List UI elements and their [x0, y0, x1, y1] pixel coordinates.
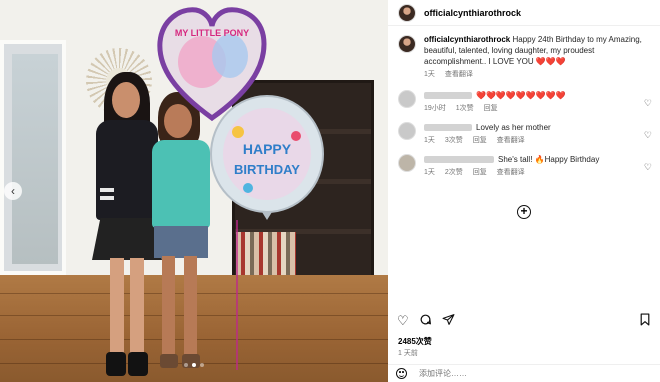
load-more-comments-icon[interactable]: + [517, 205, 531, 219]
comment-item: Lovely as her mother 1天 3次赞 回复 查看翻译 ♡ [388, 122, 660, 146]
comment-text: Lovely as her mother [476, 123, 551, 132]
comment-bubble-icon[interactable] [419, 313, 432, 329]
comment-translate-link[interactable]: 查看翻译 [497, 169, 525, 176]
like-heart-icon[interactable]: ♡ [397, 313, 409, 329]
comment-item: She's tall! 🔥Happy Birthday 1天 2次赞 回复 查看… [388, 154, 660, 178]
comment-age[interactable]: 1天 [424, 137, 435, 144]
carousel-dot-active[interactable] [192, 363, 196, 367]
comment-like-heart-icon[interactable]: ♡ [644, 130, 652, 141]
comment-like-heart-icon[interactable]: ♡ [644, 162, 652, 173]
like-count[interactable]: 2485次赞 [398, 336, 432, 347]
post-header: officialcynthiarothrock [388, 0, 660, 26]
comment-age[interactable]: 1天 [424, 169, 435, 176]
carousel-dot[interactable] [200, 363, 204, 367]
author-username[interactable]: officialcynthiarothrock [424, 8, 521, 18]
post-photo[interactable]: MY LITTLE PONY HAPPY BIRTHDAY ‹ [0, 0, 388, 382]
post-side-panel: officialcynthiarothrock officialcynthiar… [388, 0, 660, 382]
caption: officialcynthiarothrock Happy 24th Birth… [388, 34, 660, 80]
comment-username-blurred[interactable] [424, 124, 472, 132]
caption-username[interactable]: officialcynthiarothrock [424, 35, 510, 44]
comment-username-blurred[interactable] [424, 92, 472, 100]
carousel-prev-button[interactable]: ‹ [4, 182, 22, 200]
comment-likes[interactable]: 1次赞 [456, 105, 474, 112]
caption-age[interactable]: 1天 [424, 71, 435, 78]
comment-username-blurred[interactable] [424, 156, 494, 164]
comment-reply-link[interactable]: 回复 [484, 105, 498, 112]
comment-translate-link[interactable]: 查看翻译 [497, 137, 525, 144]
comment-text: ❤️❤️❤️❤️❤️❤️❤️❤️❤️ [476, 91, 566, 100]
balloon-label-heart: MY LITTLE PONY [175, 28, 249, 38]
comment-like-heart-icon[interactable]: ♡ [644, 98, 652, 109]
comment-avatar[interactable] [398, 122, 416, 140]
comment-item: ❤️❤️❤️❤️❤️❤️❤️❤️❤️ 19小时 1次赞 回复 ♡ [388, 90, 660, 114]
person-mother [148, 92, 214, 377]
comment-likes[interactable]: 2次赞 [445, 169, 463, 176]
window [0, 40, 66, 275]
carousel-dots [0, 354, 388, 372]
happy-birthday-balloon: HAPPY BIRTHDAY [210, 95, 324, 220]
share-send-icon[interactable] [442, 313, 455, 329]
post-date: 1 天前 [398, 350, 418, 357]
comment-avatar[interactable] [398, 154, 416, 172]
emoji-picker-icon[interactable] [396, 368, 407, 379]
comments-list: officialcynthiarothrock Happy 24th Birth… [388, 34, 660, 186]
comment-input[interactable] [419, 369, 639, 378]
caption-avatar[interactable] [398, 35, 416, 53]
comment-text: She's tall! 🔥Happy Birthday [498, 155, 600, 164]
comment-likes[interactable]: 3次赞 [445, 137, 463, 144]
author-avatar[interactable] [398, 3, 416, 22]
post-actions: ♡ [388, 312, 660, 330]
comment-reply-link[interactable]: 回复 [473, 169, 487, 176]
balloon-label-happy: HAPPY [243, 141, 292, 157]
comment-reply-link[interactable]: 回复 [473, 137, 487, 144]
balloon-label-birthday: BIRTHDAY [234, 162, 300, 177]
post-modal: MY LITTLE PONY HAPPY BIRTHDAY ‹ official… [0, 0, 660, 382]
comment-avatar[interactable] [398, 90, 416, 108]
comment-composer [388, 364, 660, 382]
caption-translate-link[interactable]: 查看翻译 [445, 71, 473, 78]
books [236, 232, 296, 280]
comment-age[interactable]: 19小时 [424, 105, 446, 112]
balloon-ribbon [236, 220, 238, 370]
carousel-dot[interactable] [184, 363, 188, 367]
save-bookmark-icon[interactable] [639, 313, 651, 329]
